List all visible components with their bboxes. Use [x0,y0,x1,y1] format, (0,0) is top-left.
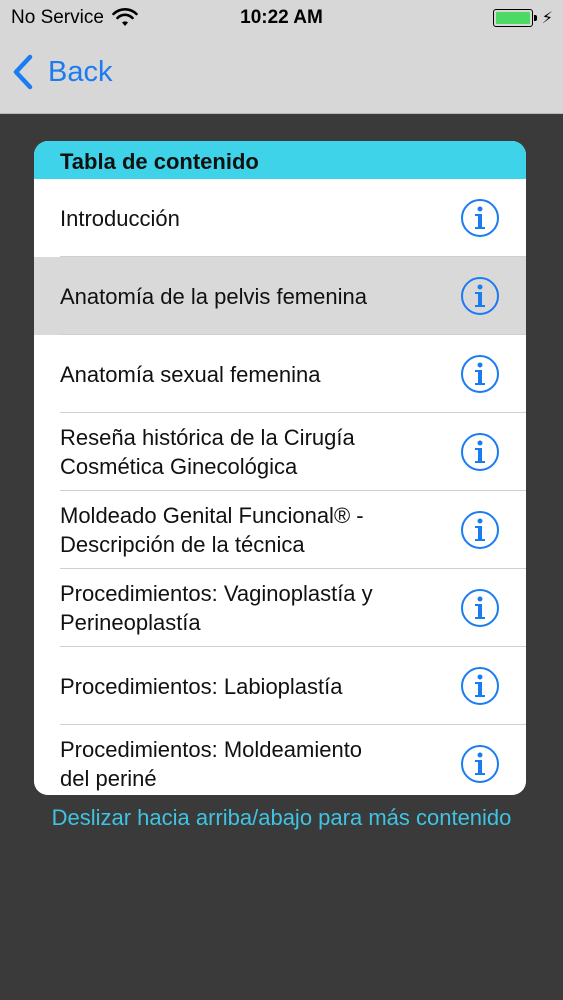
toc-list: Introducción Anatomía de la pelvis femen… [34,179,526,795]
toc-item-label: Anatomía sexual femenina [60,361,321,387]
status-bar: No Service 10:22 AM ⚡ [0,0,563,38]
toc-item-anatomia-sexual[interactable]: Anatomía sexual femenina [34,335,526,413]
chevron-left-icon [13,54,33,90]
back-label: Back [48,55,113,88]
charging-bolt-icon: ⚡ [541,10,553,27]
toc-item-label: Procedimientos: Moldeamiento del periné [60,737,363,791]
swipe-hint: Deslizar hacia arriba/abajo para más con… [51,805,512,830]
info-circle-icon[interactable] [460,432,500,472]
battery-indicator: ⚡ [492,8,553,28]
info-circle-icon[interactable] [460,198,500,238]
battery-fill [495,12,530,24]
toc-item-label: Procedimientos: Vaginoplastía y Perineopl… [60,581,373,635]
toc-item-label: Procedimientos: Labioplastía [60,673,343,699]
toc-item-introduccion[interactable]: Introducción [34,179,526,257]
info-circle-icon[interactable] [460,276,500,316]
toc-item-moldeado-genital[interactable]: Moldeado Genital Funcional® - Descripción… [34,491,526,569]
toc-item-anatomia-pelvis[interactable]: Anatomía de la pelvis femenina [34,257,526,335]
status-time: 10:22 AM [240,7,323,28]
info-circle-icon[interactable] [460,588,500,628]
navigation-bar: Back [0,38,563,114]
toc-item-moldeamiento-perine[interactable]: Procedimientos: Moldeamiento del periné [34,725,526,795]
battery-icon [492,9,537,27]
toc-item-label: Introducción [60,205,180,231]
toc-item-labioplastia[interactable]: Procedimientos: Labioplastía [34,647,526,725]
table-of-contents-card: Tabla de contenido Introducción Anatomía… [34,141,526,795]
info-circle-icon[interactable] [460,354,500,394]
toc-item-label: Moldeado Genital Funcional® - Descripción… [60,503,364,557]
toc-item-vaginoplastia[interactable]: Procedimientos: Vaginoplastía y Perineopl… [34,569,526,647]
toc-title: Tabla de contenido [34,141,526,179]
info-circle-icon[interactable] [460,744,500,784]
back-button[interactable]: Back [12,54,112,90]
info-circle-icon[interactable] [460,666,500,706]
toc-item-label: Anatomía de la pelvis femenina [60,283,367,309]
toc-item-label: Reseña histórica de la Cirugía Cosmética … [60,425,355,479]
toc-item-resena-historica[interactable]: Reseña histórica de la Cirugía Cosmética … [34,413,526,491]
info-circle-icon[interactable] [460,510,500,550]
